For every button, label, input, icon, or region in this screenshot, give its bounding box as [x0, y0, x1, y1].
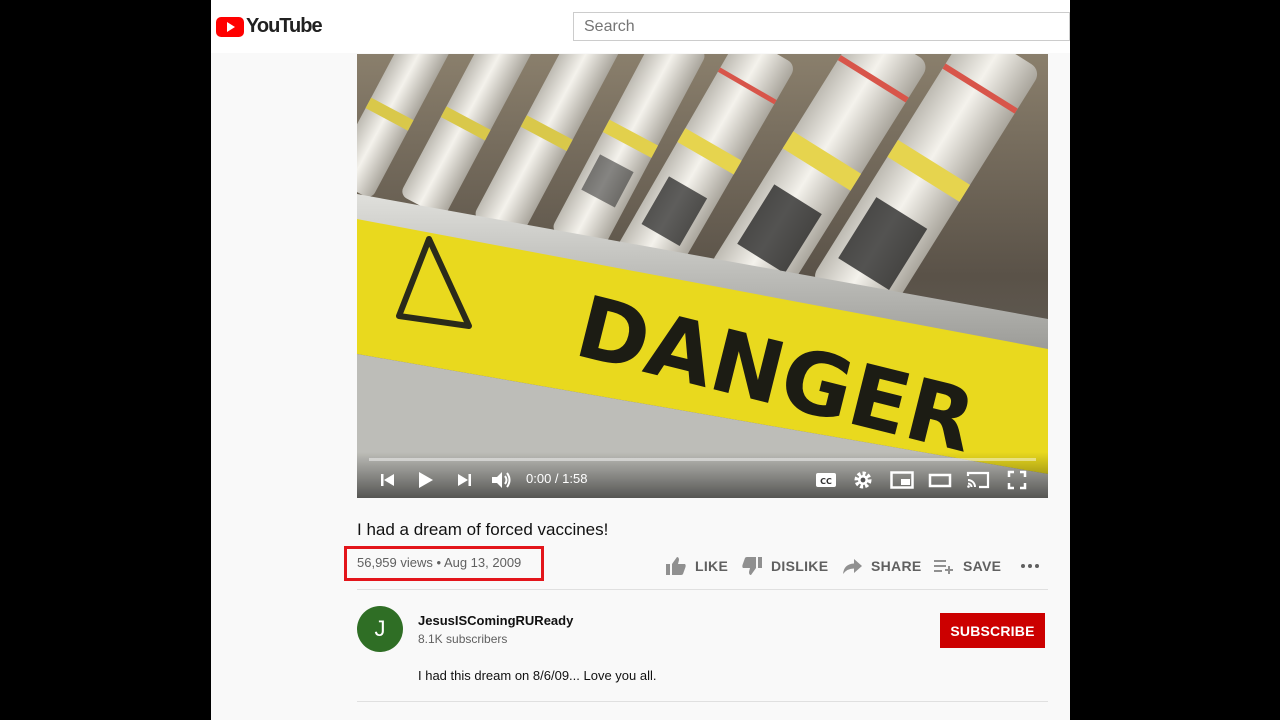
logo-wordmark: YouTube — [246, 15, 323, 37]
previous-icon[interactable] — [379, 470, 397, 490]
divider — [357, 701, 1048, 702]
share-label: SHARE — [871, 558, 922, 574]
search-input[interactable] — [573, 12, 1070, 41]
next-icon[interactable] — [455, 470, 473, 490]
save-button[interactable]: SAVE — [933, 556, 1001, 576]
share-arrow-icon — [843, 559, 862, 574]
fullscreen-icon[interactable] — [1007, 470, 1027, 490]
more-horiz-icon — [1021, 564, 1039, 568]
channel-name[interactable]: JesusISComingRUReady — [418, 613, 573, 628]
miniplayer-icon[interactable] — [890, 470, 914, 490]
progress-bar[interactable] — [369, 458, 1036, 461]
settings-gear-icon[interactable] — [853, 470, 873, 490]
video-description: I had this dream on 8/6/09... Love you a… — [418, 668, 657, 683]
like-button[interactable]: LIKE — [665, 556, 728, 576]
play-icon[interactable] — [417, 470, 435, 490]
video-player[interactable]: DANGER 0:00 / 1:58 CC — [357, 54, 1048, 498]
dislike-label: DISLIKE — [771, 558, 829, 574]
video-frame: DANGER — [357, 54, 1048, 498]
like-label: LIKE — [695, 558, 729, 574]
divider — [357, 589, 1048, 590]
subscribe-button[interactable]: SUBSCRIBE — [940, 613, 1045, 648]
svg-text:CC: CC — [820, 477, 832, 486]
time-display: 0:00 / 1:58 — [526, 471, 588, 486]
more-actions-button[interactable] — [1019, 554, 1049, 574]
view-count-date: 56,959 views • Aug 13, 2009 — [357, 555, 522, 570]
thumbs-up-icon — [666, 557, 686, 575]
video-title: I had a dream of forced vaccines! — [357, 520, 609, 539]
youtube-play-icon — [216, 16, 244, 37]
dislike-button[interactable]: DISLIKE — [741, 556, 828, 576]
cast-icon[interactable] — [965, 470, 991, 490]
playlist-add-icon — [934, 560, 953, 574]
thumbs-down-icon — [742, 557, 762, 575]
theater-mode-icon[interactable] — [928, 470, 952, 490]
player-controls: 0:00 / 1:58 CC — [357, 452, 1048, 498]
youtube-logo[interactable]: YouTube — [216, 15, 323, 38]
captions-icon[interactable]: CC — [815, 470, 837, 490]
channel-avatar[interactable]: J — [357, 606, 403, 652]
youtube-page: YouTube Search DANGER 0:00 / 1:58 CC I h… — [211, 0, 1070, 720]
save-label: SAVE — [963, 558, 1002, 574]
share-button[interactable]: SHARE — [841, 556, 922, 576]
subscriber-count: 8.1K subscribers — [418, 632, 508, 646]
masthead: YouTube — [211, 0, 1070, 53]
volume-icon[interactable] — [490, 470, 514, 490]
